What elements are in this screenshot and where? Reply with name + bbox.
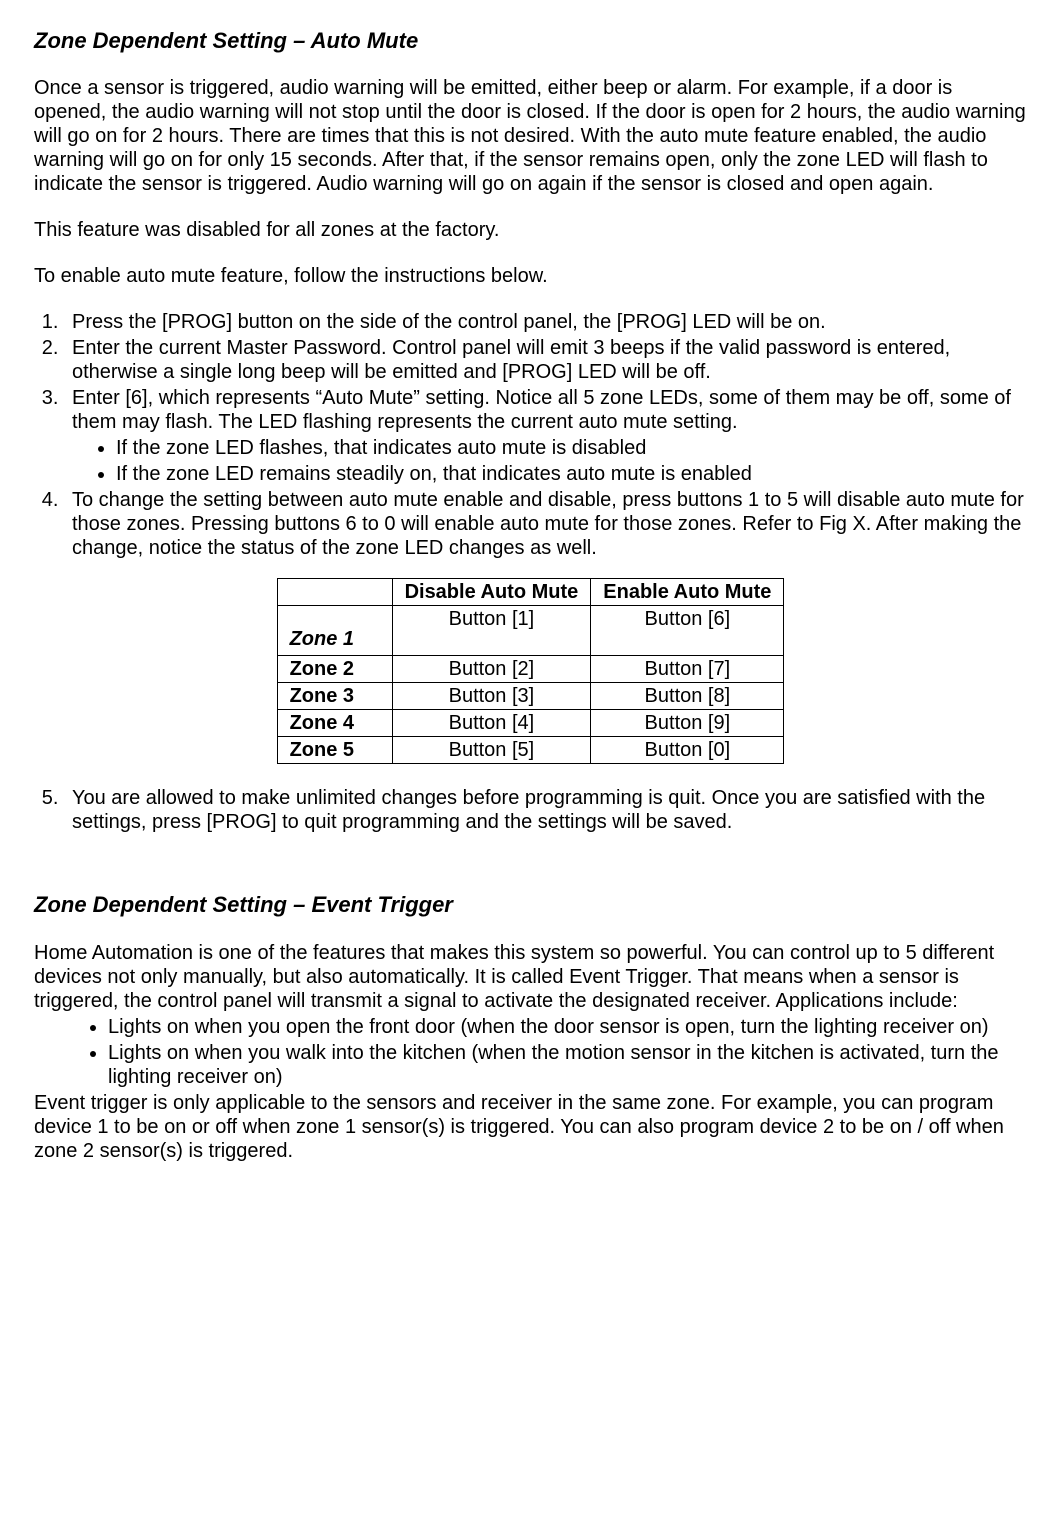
bullet-item: If the zone LED flashes, that indicates … — [116, 436, 1027, 460]
step-item: Enter [6], which represents “Auto Mute” … — [64, 386, 1027, 486]
step-item: Press the [PROG] button on the side of t… — [64, 310, 1027, 334]
table-header-empty — [277, 579, 392, 606]
table-row: Zone 4 Button [4] Button [9] — [277, 710, 784, 737]
section-heading-auto-mute: Zone Dependent Setting – Auto Mute — [34, 28, 1027, 54]
table-rowhead: Zone 4 — [277, 710, 392, 737]
section-heading-event-trigger: Zone Dependent Setting – Event Trigger — [34, 892, 1027, 918]
bullet-item: If the zone LED remains steadily on, tha… — [116, 462, 1027, 486]
table-header-row: Disable Auto Mute Enable Auto Mute — [277, 579, 784, 606]
bullet-item: Lights on when you walk into the kitchen… — [108, 1041, 1027, 1089]
table-cell: Button [8] — [591, 683, 784, 710]
table-cell: Button [4] — [392, 710, 591, 737]
steps-list-cont: You are allowed to make unlimited change… — [34, 786, 1027, 834]
table-cell: Button [9] — [591, 710, 784, 737]
table-cell: Button [1] — [392, 606, 591, 656]
table-rowhead: Zone 2 — [277, 656, 392, 683]
table-cell: Button [3] — [392, 683, 591, 710]
table-rowhead: Zone 5 — [277, 737, 392, 764]
paragraph: Event trigger is only applicable to the … — [34, 1091, 1027, 1163]
table-rowhead: Zone 3 — [277, 683, 392, 710]
paragraph: Once a sensor is triggered, audio warnin… — [34, 76, 1027, 196]
step-item: Enter the current Master Password. Contr… — [64, 336, 1027, 384]
table-cell: Button [2] — [392, 656, 591, 683]
table-header-enable: Enable Auto Mute — [591, 579, 784, 606]
table-row: Zone 2 Button [2] Button [7] — [277, 656, 784, 683]
table-cell: Button [6] — [591, 606, 784, 656]
table-cell: Button [5] — [392, 737, 591, 764]
step-item: To change the setting between auto mute … — [64, 488, 1027, 560]
sub-bullets: If the zone LED flashes, that indicates … — [72, 436, 1027, 486]
table-row: Zone 1 Button [1] Button [6] — [277, 606, 784, 656]
table-header-disable: Disable Auto Mute — [392, 579, 591, 606]
table-row: Zone 5 Button [5] Button [0] — [277, 737, 784, 764]
paragraph: Home Automation is one of the features t… — [34, 941, 1027, 1013]
paragraph: To enable auto mute feature, follow the … — [34, 264, 1027, 288]
steps-list: Press the [PROG] button on the side of t… — [34, 310, 1027, 560]
table-cell: Button [0] — [591, 737, 784, 764]
step-item: You are allowed to make unlimited change… — [64, 786, 1027, 834]
step-text: Enter [6], which represents “Auto Mute” … — [72, 387, 1011, 433]
table-cell: Button [7] — [591, 656, 784, 683]
zone-table: Disable Auto Mute Enable Auto Mute Zone … — [277, 578, 785, 764]
applications-list: Lights on when you open the front door (… — [34, 1015, 1027, 1089]
table-row: Zone 3 Button [3] Button [8] — [277, 683, 784, 710]
table-rowhead: Zone 1 — [277, 606, 392, 656]
paragraph: This feature was disabled for all zones … — [34, 218, 1027, 242]
bullet-item: Lights on when you open the front door (… — [108, 1015, 1027, 1039]
